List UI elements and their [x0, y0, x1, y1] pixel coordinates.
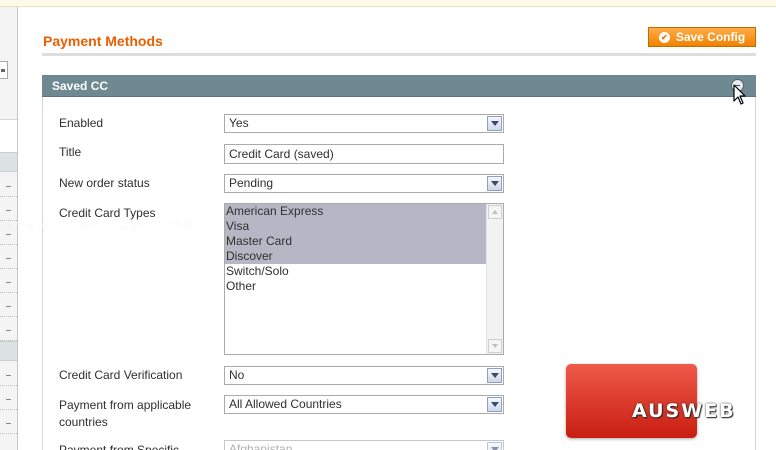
sidebar-group-header[interactable]: [0, 341, 17, 361]
section-title: Saved CC: [52, 79, 109, 93]
sidebar-panel: [0, 119, 17, 153]
sidebar-item[interactable]: [0, 410, 17, 434]
chevron-down-icon: [487, 176, 502, 191]
sidebar-item[interactable]: [0, 317, 17, 341]
cc-type-option[interactable]: Discover: [225, 249, 487, 264]
cc-type-option[interactable]: American Express: [225, 204, 487, 219]
order-status-value: Pending: [229, 176, 274, 190]
order-status-select[interactable]: Pending: [224, 174, 504, 193]
applicable-countries-select[interactable]: All Allowed Countries: [224, 395, 504, 414]
enabled-value: Yes: [229, 116, 249, 130]
sidebar-item[interactable]: [0, 293, 17, 317]
check-circle-icon: ✔: [658, 31, 670, 43]
cc-verification-label: Credit Card Verification: [59, 368, 183, 382]
specific-countries-select[interactable]: Afghanistan: [224, 440, 504, 450]
enabled-select[interactable]: Yes: [224, 114, 504, 133]
specific-countries-label: Payment from Specific: [59, 443, 180, 450]
watermark-url: www.vebrip.com: [12, 216, 197, 235]
sidebar-item[interactable]: [0, 362, 17, 386]
chevron-down-icon: [487, 368, 502, 383]
sidebar-item[interactable]: [0, 386, 17, 410]
sidebar-item[interactable]: [0, 269, 17, 293]
title-label: Title: [59, 145, 82, 159]
cc-type-option[interactable]: Other: [225, 279, 487, 294]
scroll-up-icon[interactable]: [488, 205, 502, 219]
cc-type-option[interactable]: Switch/Solo: [225, 264, 487, 279]
top-message-strip: [0, 0, 776, 7]
scope-switcher-select[interactable]: [0, 61, 8, 79]
cc-type-option[interactable]: Master Card: [225, 234, 487, 249]
title-input[interactable]: Credit Card (saved): [224, 144, 504, 164]
specific-countries-value: Afghanistan: [229, 442, 293, 450]
arrow-cursor-icon: [733, 84, 746, 105]
cc-types-multiselect[interactable]: American Express Visa Master Card Discov…: [224, 203, 504, 355]
logo-text: AUSWEB: [632, 400, 736, 422]
sidebar-item[interactable]: [0, 245, 17, 269]
chevron-down-icon: [487, 397, 502, 412]
cc-verification-value: No: [229, 368, 245, 382]
section-header-saved-cc[interactable]: Saved CC: [42, 75, 756, 97]
applicable-countries-value: All Allowed Countries: [229, 397, 342, 411]
scroll-down-icon[interactable]: [488, 339, 502, 353]
cc-verification-select[interactable]: No: [224, 366, 504, 385]
save-config-label: Save Config: [675, 30, 746, 44]
sidebar-group-header[interactable]: [0, 152, 17, 172]
chevron-down-icon: [487, 116, 502, 131]
title-divider: [42, 53, 756, 56]
applicable-countries-label: Payment from applicable countries: [59, 398, 192, 429]
save-config-button[interactable]: ✔ Save Config: [648, 27, 756, 47]
multiselect-scrollbar[interactable]: [486, 204, 503, 354]
ausweb-logo: AUSWEB: [566, 364, 766, 438]
page-title: Payment Methods: [43, 33, 163, 49]
enabled-label: Enabled: [59, 116, 104, 130]
chevron-down-icon: [487, 442, 502, 450]
sidebar-item[interactable]: [0, 173, 17, 197]
order-status-label: New order status: [59, 176, 150, 190]
cc-type-option[interactable]: Visa: [225, 219, 487, 234]
